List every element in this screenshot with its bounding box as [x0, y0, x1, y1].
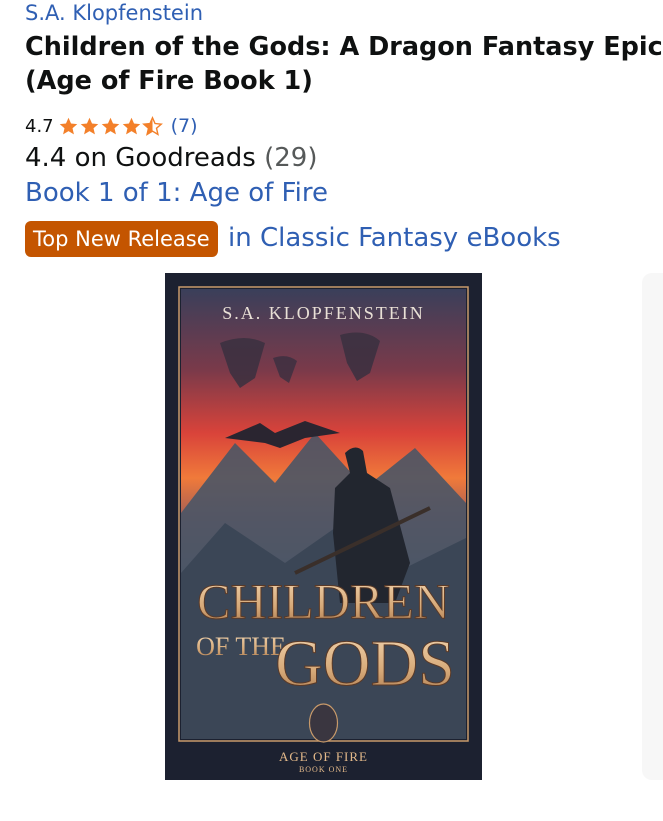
cover-title-gods: GODS — [275, 627, 455, 700]
cover-book-text: BOOK ONE — [299, 765, 348, 774]
star-rating[interactable] — [58, 115, 163, 137]
goodreads-rating[interactable]: 4.4 on Goodreads (29) — [25, 142, 317, 174]
rating-count-link[interactable]: (7) — [171, 115, 198, 137]
star-half-icon — [141, 115, 163, 136]
cover-title-of-the: OF THE — [196, 632, 286, 661]
author-link[interactable]: S.A. Klopfenstein — [25, 0, 203, 26]
rating-value: 4.7 — [25, 115, 54, 137]
cover-series-text: AGE OF FIRE — [279, 749, 368, 764]
cover-title-line1: CHILDREN — [197, 573, 450, 629]
rating-row[interactable]: 4.7 (7) — [25, 113, 198, 139]
product-title: Children of the Gods: A Dragon Fantasy E… — [25, 32, 663, 96]
star-full-icon — [122, 117, 140, 134]
series-link[interactable]: Book 1 of 1: Age of Fire — [25, 177, 328, 209]
star-full-icon — [80, 117, 98, 134]
top-new-release-badge[interactable]: Top New Release — [25, 221, 218, 257]
cover-author-text: S.A. KLOPFENSTEIN — [222, 303, 425, 323]
star-full-icon — [101, 117, 119, 134]
book-cover-image[interactable]: S.A. KLOPFENSTEIN CHILDREN OF THE GODS A… — [165, 273, 482, 780]
goodreads-count: (29) — [264, 143, 318, 173]
category-link[interactable]: in Classic Fantasy eBooks — [228, 221, 561, 255]
dragon-egg-icon — [308, 703, 339, 743]
next-image-panel[interactable] — [642, 273, 663, 780]
star-full-icon — [59, 117, 77, 134]
goodreads-text: 4.4 on Goodreads — [25, 143, 256, 173]
